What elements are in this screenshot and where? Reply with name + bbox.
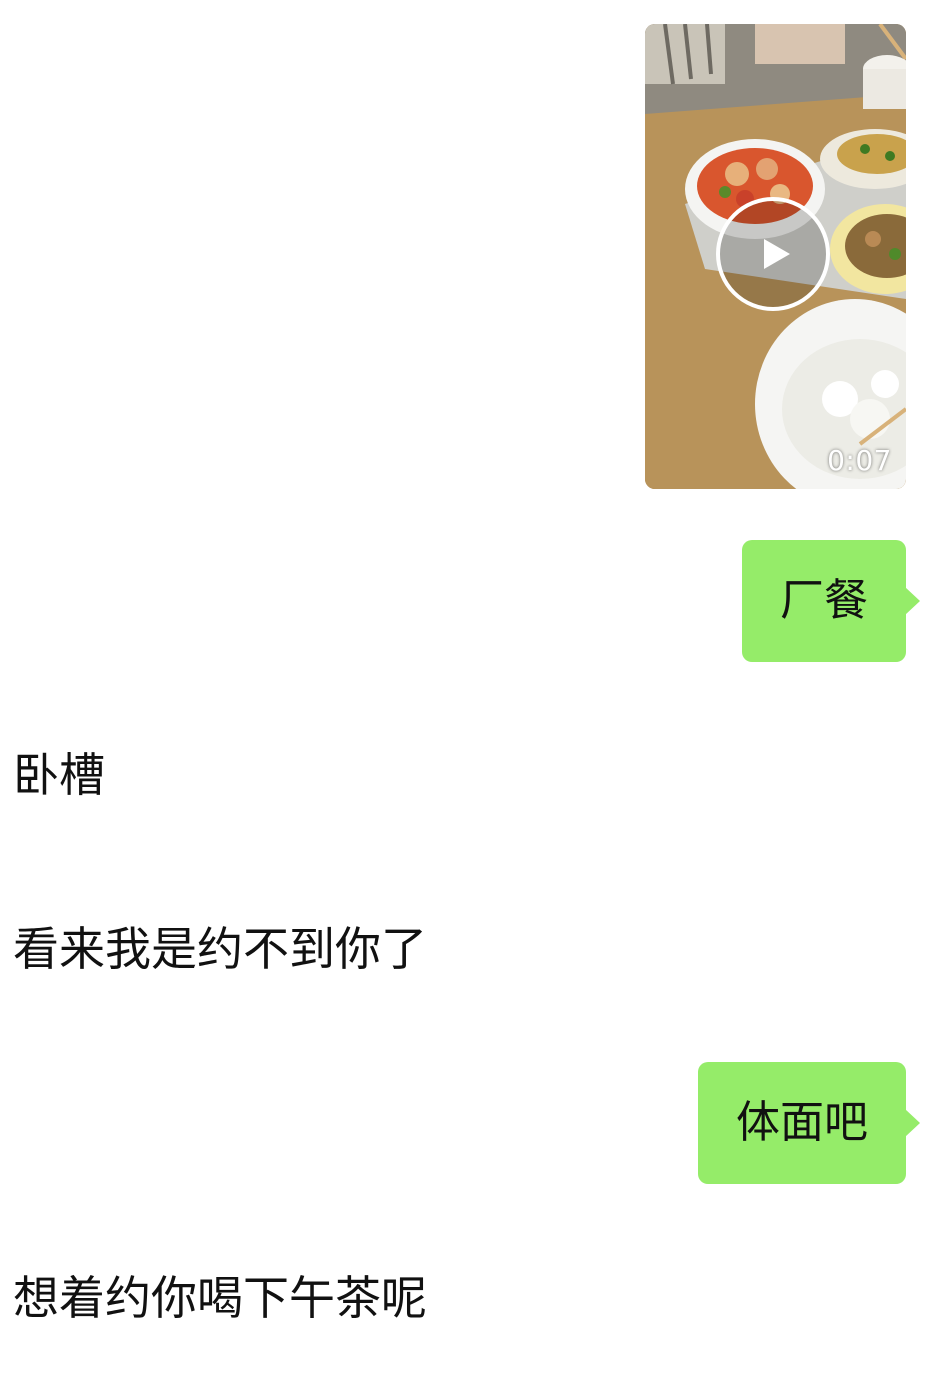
incoming-message[interactable]: 卧槽	[13, 745, 105, 805]
outgoing-message-bubble[interactable]: 体面吧	[698, 1062, 920, 1184]
outgoing-message-bubble[interactable]: 厂餐	[742, 540, 920, 662]
message-text: 想着约你喝下午茶呢	[13, 1271, 427, 1325]
message-text: 体面吧	[736, 1097, 868, 1148]
incoming-message[interactable]: 看来我是约不到你了	[13, 919, 427, 979]
play-icon	[764, 239, 790, 269]
chat-conversation: 0:07 厂餐 卧槽 看来我是约不到你了 体面吧 想着约你喝下午茶呢	[0, 0, 941, 1392]
video-duration: 0:07	[827, 444, 892, 477]
message-text: 看来我是约不到你了	[13, 922, 427, 976]
message-text: 卧槽	[13, 748, 105, 802]
play-button[interactable]	[716, 197, 830, 311]
incoming-message[interactable]: 想着约你喝下午茶呢	[13, 1268, 427, 1328]
message-text: 厂餐	[780, 575, 868, 626]
video-message-thumbnail[interactable]: 0:07	[645, 24, 906, 489]
